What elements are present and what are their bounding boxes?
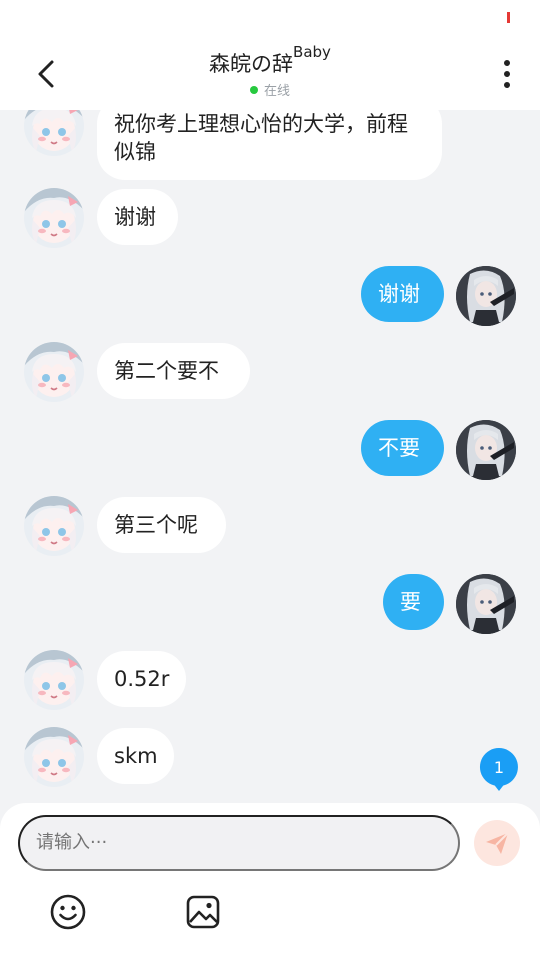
contact-avatar[interactable] [24, 650, 84, 710]
message-bubble[interactable]: 祝你考上理想心怡的大学，前程似锦 [97, 110, 442, 180]
message-bubble[interactable]: 谢谢 [361, 266, 444, 322]
unread-badge[interactable]: 1 [478, 746, 520, 791]
image-button[interactable] [183, 892, 223, 932]
avatar-image [24, 342, 84, 402]
more-vertical-icon [504, 60, 510, 88]
more-button[interactable] [500, 58, 514, 92]
avatar-image [456, 266, 516, 326]
my-avatar[interactable] [456, 266, 516, 326]
contact-avatar[interactable] [24, 496, 84, 556]
avatar-image [24, 727, 84, 787]
avatar-image [24, 110, 84, 156]
contact-avatar[interactable] [24, 727, 84, 787]
unread-count: 1 [494, 758, 504, 777]
message-bubble[interactable]: skm [97, 728, 174, 784]
message-bubble[interactable]: 谢谢 [97, 189, 178, 245]
status-indicator [507, 12, 510, 23]
contact-name-suffix: Baby [293, 43, 331, 61]
avatar-image [24, 188, 84, 248]
message-bubble[interactable]: 不要 [361, 420, 444, 476]
message-bubble[interactable]: 第三个呢 [97, 497, 226, 553]
online-status: 在线 [0, 80, 540, 99]
avatar-image [24, 650, 84, 710]
online-status-text: 在线 [263, 84, 290, 99]
composer [0, 803, 540, 960]
message-bubble[interactable]: 0.52r [97, 651, 186, 707]
image-icon [186, 895, 220, 929]
chat-header: 森皖の辞Baby 在线 [0, 34, 540, 110]
message-input[interactable] [18, 815, 460, 871]
avatar-image [24, 496, 84, 556]
title-block: 森皖の辞Baby 在线 [0, 43, 540, 99]
contact-name[interactable]: 森皖の辞Baby [209, 43, 331, 78]
message-list[interactable]: 祝你考上理想心怡的大学，前程似锦 谢谢 谢谢 第二个要不 不要 第三个呢 要 0… [0, 110, 540, 804]
message-bubble[interactable]: 要 [383, 574, 444, 630]
online-dot [249, 85, 258, 94]
my-avatar[interactable] [456, 420, 516, 480]
send-button[interactable] [474, 820, 520, 866]
my-avatar[interactable] [456, 574, 516, 634]
message-bubble[interactable]: 第二个要不 [97, 343, 250, 399]
contact-name-text: 森皖の辞 [209, 52, 294, 76]
avatar-image [456, 574, 516, 634]
contact-avatar[interactable] [24, 342, 84, 402]
emoji-icon [50, 894, 86, 930]
contact-avatar[interactable] [24, 188, 84, 248]
avatar-image [456, 420, 516, 480]
emoji-button[interactable] [48, 892, 88, 932]
contact-avatar[interactable] [24, 110, 84, 156]
status-bar [0, 0, 540, 34]
send-icon [486, 832, 509, 854]
unread-bubble-icon: 1 [479, 748, 518, 791]
